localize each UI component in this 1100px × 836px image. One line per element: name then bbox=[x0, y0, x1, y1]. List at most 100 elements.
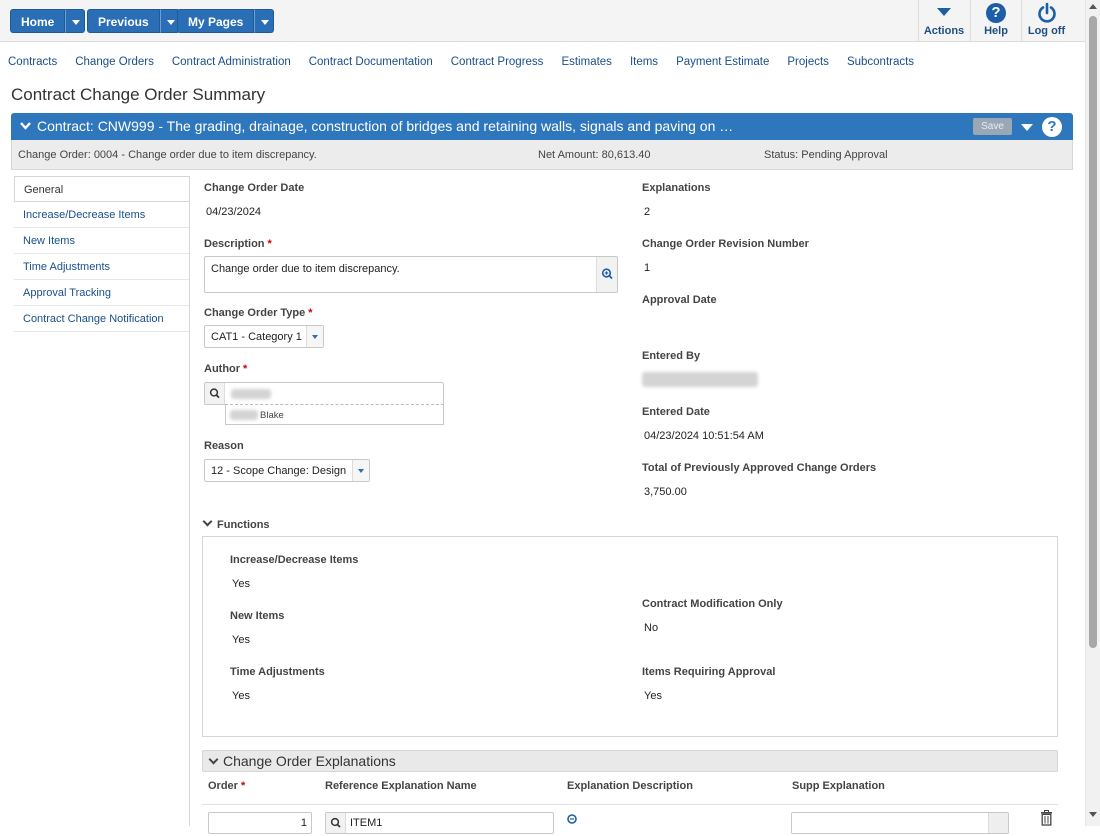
change-order-info-bar: Change Order: 0004 - Change order due to… bbox=[11, 140, 1073, 170]
table-header-separator bbox=[202, 804, 1058, 805]
scrollbar-thumb[interactable] bbox=[1089, 16, 1097, 648]
home-split-button: Home bbox=[10, 9, 86, 33]
home-dropdown-button[interactable] bbox=[65, 9, 86, 33]
required-marker: * bbox=[240, 780, 246, 792]
logoff-button[interactable]: Log off bbox=[1021, 0, 1071, 42]
functions-heading: Functions bbox=[217, 519, 270, 531]
contract-modification-label: Contract Modification Only bbox=[642, 598, 783, 610]
functions-panel bbox=[202, 536, 1058, 737]
logoff-label: Log off bbox=[1027, 25, 1066, 37]
nav-link-contract-administration[interactable]: Contract Administration bbox=[172, 56, 291, 68]
help-icon: ? bbox=[986, 3, 1006, 23]
caret-down-icon[interactable] bbox=[1021, 124, 1033, 131]
author-label: Author * bbox=[204, 363, 248, 375]
required-marker: * bbox=[308, 307, 313, 319]
redacted-first-name bbox=[230, 410, 258, 420]
mypages-button[interactable]: My Pages bbox=[177, 9, 255, 33]
nav-link-payment-estimate[interactable]: Payment Estimate bbox=[676, 56, 769, 68]
change-order-type-label: Change Order Type * bbox=[204, 307, 313, 319]
explanations-section-heading: Change Order Explanations bbox=[223, 753, 396, 769]
revision-number-label: Change Order Revision Number bbox=[642, 238, 809, 250]
tab-general[interactable]: General bbox=[14, 176, 190, 202]
reason-select[interactable]: 12 - Scope Change: Design bbox=[204, 459, 370, 482]
mypages-dropdown-button[interactable] bbox=[254, 9, 275, 33]
inc-dec-items-label: Increase/Decrease Items bbox=[230, 554, 359, 566]
change-order-date-value: 04/23/2024 bbox=[206, 206, 262, 218]
nav-link-subcontracts[interactable]: Subcontracts bbox=[847, 56, 914, 68]
supp-explanation-input[interactable] bbox=[791, 812, 1009, 834]
author-suggestion[interactable]: Blake bbox=[225, 404, 444, 425]
search-button[interactable] bbox=[326, 813, 346, 833]
approval-date-label: Approval Date bbox=[642, 294, 717, 306]
chevron-down-icon bbox=[208, 754, 219, 765]
mypages-split-button: My Pages bbox=[177, 9, 275, 33]
nav-link-change-orders[interactable]: Change Orders bbox=[75, 56, 154, 68]
component-nav: Contracts Change Orders Contract Adminis… bbox=[8, 56, 914, 68]
reason-value: 12 - Scope Change: Design bbox=[211, 465, 347, 477]
change-order-type-value: CAT1 - Category 1 bbox=[211, 331, 302, 343]
zoom-in-icon[interactable] bbox=[566, 813, 580, 826]
tab-time-adjustments[interactable]: Time Adjustments bbox=[14, 254, 190, 280]
content-divider bbox=[189, 176, 190, 826]
items-requiring-approval-value: Yes bbox=[644, 690, 662, 702]
time-adjustments-label: Time Adjustments bbox=[230, 666, 325, 678]
nav-link-contract-progress[interactable]: Contract Progress bbox=[451, 56, 544, 68]
order-value: 1 bbox=[300, 817, 307, 829]
items-requiring-approval-label: Items Requiring Approval bbox=[642, 666, 776, 678]
reference-explanation-value: ITEM1 bbox=[350, 817, 383, 829]
trash-icon[interactable] bbox=[1040, 810, 1053, 826]
supp-explanation-button[interactable] bbox=[988, 813, 1008, 833]
description-text: Change order due to item discrepancy. bbox=[211, 263, 400, 275]
previously-approved-value: 3,750.00 bbox=[644, 486, 687, 498]
status-text: Status: Pending Approval bbox=[764, 149, 888, 161]
scroll-up-icon[interactable] bbox=[1089, 4, 1097, 9]
previous-button[interactable]: Previous bbox=[87, 9, 160, 33]
top-toolbar: Home Previous My Pages Actions ? Help Lo… bbox=[0, 0, 1085, 42]
contract-header-bar: Contract: CNW999 - The grading, drainage… bbox=[11, 113, 1073, 140]
contract-modification-value: No bbox=[644, 622, 659, 634]
nav-link-projects[interactable]: Projects bbox=[787, 56, 829, 68]
tab-approval-tracking[interactable]: Approval Tracking bbox=[14, 280, 190, 306]
inc-dec-items-value: Yes bbox=[232, 578, 250, 590]
previously-approved-label: Total of Previously Approved Change Orde… bbox=[642, 462, 877, 474]
chevron-down-icon[interactable] bbox=[352, 460, 369, 481]
scroll-down-icon[interactable] bbox=[1089, 812, 1097, 817]
change-order-date-label: Change Order Date bbox=[204, 182, 305, 194]
search-icon bbox=[330, 817, 341, 828]
help-icon[interactable]: ? bbox=[1042, 117, 1062, 137]
zoom-button[interactable] bbox=[596, 257, 617, 292]
tab-increase-decrease-items[interactable]: Increase/Decrease Items bbox=[14, 202, 190, 228]
entered-date-value: 04/23/2024 10:51:54 AM bbox=[644, 430, 764, 442]
vertical-scrollbar[interactable] bbox=[1085, 0, 1100, 826]
explanations-section-toggle[interactable]: Change Order Explanations bbox=[202, 750, 1058, 772]
column-explanation-description: Explanation Description bbox=[567, 780, 693, 792]
tab-contract-change-notification[interactable]: Contract Change Notification bbox=[14, 306, 190, 332]
nav-link-contract-documentation[interactable]: Contract Documentation bbox=[309, 56, 433, 68]
column-supp-explanation: Supp Explanation bbox=[792, 780, 885, 792]
chevron-down-icon[interactable] bbox=[20, 121, 31, 130]
save-button[interactable]: Save bbox=[973, 118, 1012, 135]
actions-button[interactable]: Actions bbox=[918, 0, 969, 42]
reference-explanation-input[interactable]: ITEM1 bbox=[325, 812, 554, 834]
search-button[interactable] bbox=[205, 383, 225, 404]
caret-down-icon bbox=[937, 8, 951, 16]
tab-new-items[interactable]: New Items bbox=[14, 228, 190, 254]
functions-toggle[interactable]: Functions bbox=[202, 516, 270, 531]
help-button[interactable]: ? Help bbox=[970, 0, 1021, 42]
nav-link-items[interactable]: Items bbox=[630, 56, 658, 68]
change-order-type-select[interactable]: CAT1 - Category 1 bbox=[204, 325, 324, 348]
description-label: Description * bbox=[204, 238, 272, 250]
author-input[interactable] bbox=[204, 382, 444, 405]
home-button[interactable]: Home bbox=[10, 9, 66, 33]
actions-label: Actions bbox=[923, 25, 965, 37]
description-field[interactable]: Change order due to item discrepancy. bbox=[204, 256, 618, 293]
nav-link-estimates[interactable]: Estimates bbox=[561, 56, 612, 68]
order-input[interactable]: 1 bbox=[208, 812, 312, 834]
redacted-author bbox=[231, 389, 271, 399]
explanations-label: Explanations bbox=[642, 182, 711, 194]
reason-label: Reason bbox=[204, 440, 244, 452]
previous-split-button: Previous bbox=[87, 9, 180, 33]
nav-link-contracts[interactable]: Contracts bbox=[8, 56, 57, 68]
chevron-down-icon[interactable] bbox=[306, 326, 323, 347]
column-order: Order * bbox=[208, 780, 246, 792]
